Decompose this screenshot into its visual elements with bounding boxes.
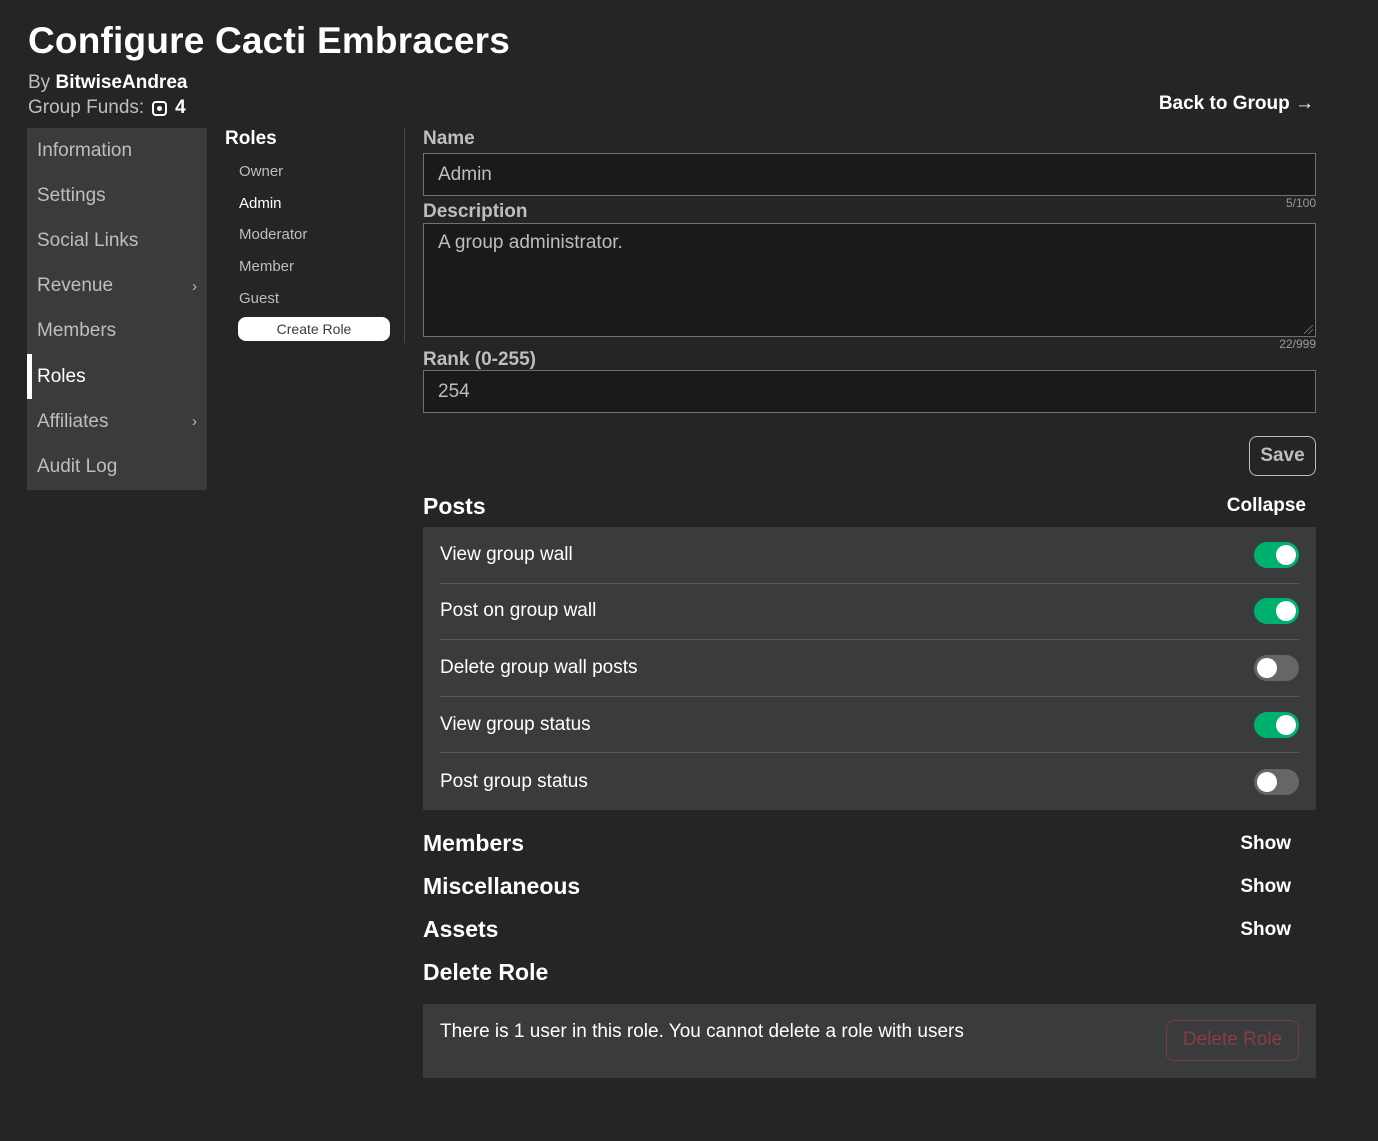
chevron-right-icon: › — [192, 277, 197, 295]
back-to-group-link[interactable]: Back to Group → — [1159, 93, 1314, 115]
permission-row: View group status — [440, 697, 1299, 754]
roles-list: Roles Owner Admin Moderator Member Guest… — [225, 128, 405, 343]
toggle-knob — [1257, 657, 1277, 678]
sidebar-item-label: Revenue — [37, 275, 114, 297]
name-input[interactable]: Admin — [423, 153, 1316, 196]
funds-label: Group Funds: — [28, 97, 145, 118]
sidebar-item-social-links[interactable]: Social Links — [27, 218, 207, 263]
chevron-right-icon: › — [192, 413, 197, 431]
sidebar-item-label: Members — [37, 320, 117, 342]
sidebar-item-label: Affiliates — [37, 410, 109, 432]
posts-section-header: Posts Collapse — [423, 485, 1316, 527]
show-miscellaneous-button[interactable]: Show — [1240, 876, 1316, 898]
permission-label: View group wall — [440, 543, 573, 565]
configure-group-page: Configure Cacti Embracers By BitwiseAndr… — [0, 0, 1378, 1141]
sidebar-item-audit-log[interactable]: Audit Log — [27, 444, 207, 489]
posts-permissions-panel: View group wall Post on group wall Delet… — [423, 527, 1316, 810]
rank-input[interactable]: 254 — [423, 370, 1316, 413]
resize-handle-icon[interactable] — [1304, 325, 1313, 334]
collapse-posts-button[interactable]: Collapse — [1227, 495, 1316, 517]
show-members-button[interactable]: Show — [1240, 833, 1316, 855]
permission-toggle[interactable] — [1254, 541, 1299, 568]
toggle-knob — [1276, 601, 1296, 622]
role-item-owner[interactable]: Owner — [225, 156, 404, 188]
by-prefix: By — [28, 72, 51, 93]
permission-row: Post on group wall — [440, 584, 1299, 641]
sidebar-item-label: Information — [37, 139, 133, 161]
sidebar-item-label: Roles — [37, 365, 86, 387]
permission-toggle[interactable] — [1254, 598, 1299, 625]
name-label: Name — [423, 128, 475, 149]
toggle-knob — [1257, 771, 1277, 792]
sidebar-item-revenue[interactable]: Revenue › — [27, 264, 207, 309]
permission-toggle[interactable] — [1254, 711, 1299, 738]
permission-label: Post group status — [440, 770, 588, 792]
assets-section-header: Assets Show — [423, 912, 1316, 948]
toggle-knob — [1276, 544, 1296, 565]
members-section-header: Members Show — [423, 826, 1316, 862]
sidebar-item-label: Audit Log — [37, 455, 118, 477]
page-title: Configure Cacti Embracers — [28, 20, 511, 61]
permission-toggle[interactable] — [1254, 654, 1299, 681]
role-editor: Name Admin 5/100 Description A group adm… — [423, 128, 1316, 1078]
permission-label: Delete group wall posts — [440, 656, 638, 678]
show-assets-button[interactable]: Show — [1240, 919, 1316, 941]
permission-row: Post group status — [440, 753, 1299, 810]
sidebar-item-label: Social Links — [37, 229, 139, 251]
permission-toggle[interactable] — [1254, 768, 1299, 795]
rank-value: 254 — [438, 380, 470, 402]
members-section-title: Members — [423, 830, 524, 857]
sidebar-nav: Information Settings Social Links Revenu… — [27, 128, 207, 490]
role-item-admin[interactable]: Admin — [225, 188, 404, 220]
role-item-member[interactable]: Member — [225, 251, 404, 283]
rank-label: Rank (0-255) — [423, 349, 536, 370]
delete-role-panel: There is 1 user in this role. You cannot… — [423, 1003, 1316, 1078]
sidebar-item-roles[interactable]: Roles — [27, 353, 207, 400]
description-label: Description — [423, 201, 528, 222]
posts-section-title: Posts — [423, 492, 486, 519]
create-role-button[interactable]: Create Role — [238, 316, 390, 341]
save-button[interactable]: Save — [1249, 436, 1316, 476]
group-owner-line: By BitwiseAndrea — [28, 72, 187, 94]
sidebar-item-affiliates[interactable]: Affiliates › — [27, 399, 207, 444]
description-textarea[interactable]: A group administrator. — [423, 223, 1316, 337]
role-item-moderator[interactable]: Moderator — [225, 219, 404, 251]
delete-role-message: There is 1 user in this role. You cannot… — [440, 1020, 964, 1042]
roles-list-title: Roles — [225, 128, 277, 149]
group-funds: Group Funds: 4 — [28, 97, 186, 119]
sidebar-item-settings[interactable]: Settings — [27, 173, 207, 218]
description-value: A group administrator. — [438, 232, 623, 253]
miscellaneous-section-header: Miscellaneous Show — [423, 869, 1316, 905]
name-value: Admin — [438, 163, 492, 185]
assets-section-title: Assets — [423, 916, 499, 943]
sidebar-item-members[interactable]: Members — [27, 309, 207, 354]
sidebar-item-label: Settings — [37, 184, 106, 206]
toggle-knob — [1276, 714, 1296, 735]
permission-row: Delete group wall posts — [440, 640, 1299, 697]
role-item-guest[interactable]: Guest — [225, 282, 404, 314]
permission-row: View group wall — [440, 527, 1299, 584]
funds-amount: 4 — [175, 97, 186, 118]
permission-label: Post on group wall — [440, 600, 597, 622]
delete-role-section-header: Delete Role — [423, 955, 1316, 991]
sidebar-item-information[interactable]: Information — [27, 128, 207, 173]
owner-link[interactable]: BitwiseAndrea — [55, 72, 187, 93]
robux-icon — [152, 100, 168, 116]
delete-role-button: Delete Role — [1166, 1019, 1299, 1061]
miscellaneous-section-title: Miscellaneous — [423, 873, 581, 900]
permission-label: View group status — [440, 713, 591, 735]
delete-role-section-title: Delete Role — [423, 959, 549, 986]
